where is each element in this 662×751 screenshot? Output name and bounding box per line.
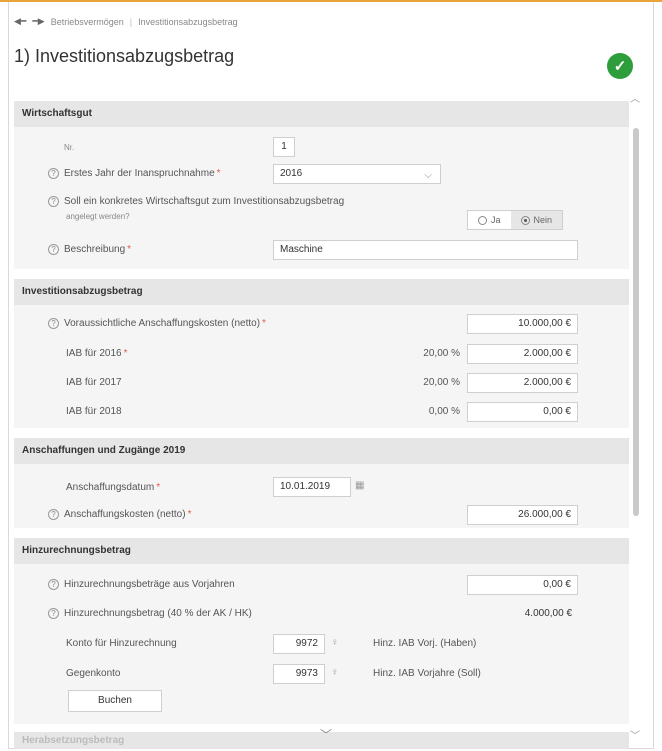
konkret-radio-group: Ja Nein [467, 210, 564, 230]
iab-row-percent: 0,00 % [428, 406, 460, 417]
radio-ja[interactable]: Ja [468, 211, 511, 229]
konto-input[interactable]: 9972 [273, 634, 325, 654]
calendar-icon[interactable]: ▦ [355, 480, 364, 491]
radio-circle-icon [478, 215, 487, 225]
iab-kosten-label: ? Voraussichtliche Anschaffungskosten (ne… [48, 318, 266, 329]
radio-selected-icon [520, 215, 530, 225]
erstes-jahr-label: ? Erstes Jahr der Inanspruchnahme * [48, 168, 221, 179]
vorjahre-input[interactable]: 0,00 € [467, 575, 578, 595]
nr-field: 1 [273, 137, 295, 157]
forward-arrow-icon[interactable]: ━▶ [32, 16, 44, 27]
buchen-button[interactable]: Buchen [68, 690, 162, 712]
iab-kosten-input[interactable]: 10.000,00 € [467, 314, 578, 334]
section-header-anschaffungen[interactable]: Anschaffungen und Zugänge 2019 [14, 438, 629, 464]
page-title: 1) Investitionsabzugsbetrag [14, 46, 235, 66]
breadcrumb-separator: | [129, 16, 133, 27]
konto-description: Hinz. IAB Vorj. (Haben) [373, 638, 477, 649]
hinzurechnungsbetrag-value: 4.000,00 € [524, 608, 572, 619]
help-icon[interactable]: ? [48, 509, 59, 520]
anschaffungskosten-input[interactable]: 26.000,00 € [467, 505, 578, 525]
radio-nein[interactable]: Nein [510, 211, 563, 229]
anschaffungsdatum-label: Anschaffungsdatum * [66, 482, 161, 493]
konkret-sublabel: angelegt werden? [66, 212, 130, 221]
beschreibung-label: ? Beschreibung * [48, 244, 131, 255]
iab-row-percent: 20,00 % [423, 348, 460, 359]
scroll-up-icon[interactable]: ︿ [630, 90, 640, 105]
beschreibung-input[interactable]: Maschine [273, 240, 578, 260]
help-icon[interactable]: ? [48, 318, 59, 329]
section-header-hinzurechnung[interactable]: Hinzurechnungsbetrag [14, 538, 629, 564]
check-icon: ✓ [607, 53, 633, 79]
section-header-wirtschaftsgut[interactable]: Wirtschaftsgut [14, 101, 629, 127]
vorjahre-label: ? Hinzurechnungsbeträge aus Vorjahren [48, 579, 235, 590]
anschaffungsdatum-input[interactable]: 10.01.2019 [273, 477, 351, 497]
gegenkonto-input[interactable]: 9973 [273, 664, 325, 684]
lightbulb-icon[interactable]: ♀ [331, 637, 339, 648]
gegenkonto-description: Hinz. IAB Vorjahre (Soll) [373, 668, 481, 679]
breadcrumb-item-iab[interactable]: Investitionsabzugsbetrag [138, 17, 238, 27]
lightbulb-icon[interactable]: ♀ [331, 667, 339, 678]
konkret-label: ? Soll ein konkretes Wirtschaftsgut zum I… [48, 196, 344, 207]
breadcrumb-item-betriebsvermoegen[interactable]: Betriebsvermögen [51, 17, 124, 27]
hinzurechnungsbetrag-label: ? Hinzurechnungsbetrag (40 % der AK / HK) [48, 608, 252, 619]
gegenkonto-label: Gegenkonto [66, 668, 121, 679]
anschaffungskosten-label: ? Anschaffungskosten (netto) * [48, 509, 191, 520]
help-icon[interactable]: ? [48, 608, 59, 619]
iab-row-value[interactable]: 0,00 € [467, 402, 578, 422]
help-icon[interactable]: ? [48, 244, 59, 255]
scrollbar-thumb[interactable] [633, 128, 639, 516]
iab-row-label: IAB für 2016 * [66, 348, 128, 359]
breadcrumb: ◀━ ━▶ Betriebsvermögen | Investitionsabz… [14, 16, 238, 27]
iab-row-value[interactable]: 2.000,00 € [467, 344, 578, 364]
chevron-down-icon[interactable]: ﹀ [320, 726, 332, 743]
chevron-down-icon: ⌵ [424, 170, 432, 181]
iab-row-label: IAB für 2017 [66, 377, 122, 388]
iab-row-percent: 20,00 % [423, 377, 460, 388]
iab-row-label: IAB für 2018 [66, 406, 122, 417]
iab-row-value[interactable]: 2.000,00 € [467, 373, 578, 393]
back-arrow-icon[interactable]: ◀━ [14, 16, 26, 27]
erstes-jahr-select[interactable]: 2016 ⌵ [273, 164, 441, 184]
nr-label: Nr. [64, 143, 75, 152]
section-header-iab[interactable]: Investitionsabzugsbetrag [14, 279, 629, 305]
help-icon[interactable]: ? [48, 579, 59, 590]
help-icon[interactable]: ? [48, 168, 59, 179]
help-icon[interactable]: ? [48, 196, 59, 207]
konto-label: Konto für Hinzurechnung [66, 638, 177, 649]
erstes-jahr-value: 2016 [280, 168, 303, 179]
scroll-down-icon[interactable]: ﹀ [630, 727, 640, 742]
